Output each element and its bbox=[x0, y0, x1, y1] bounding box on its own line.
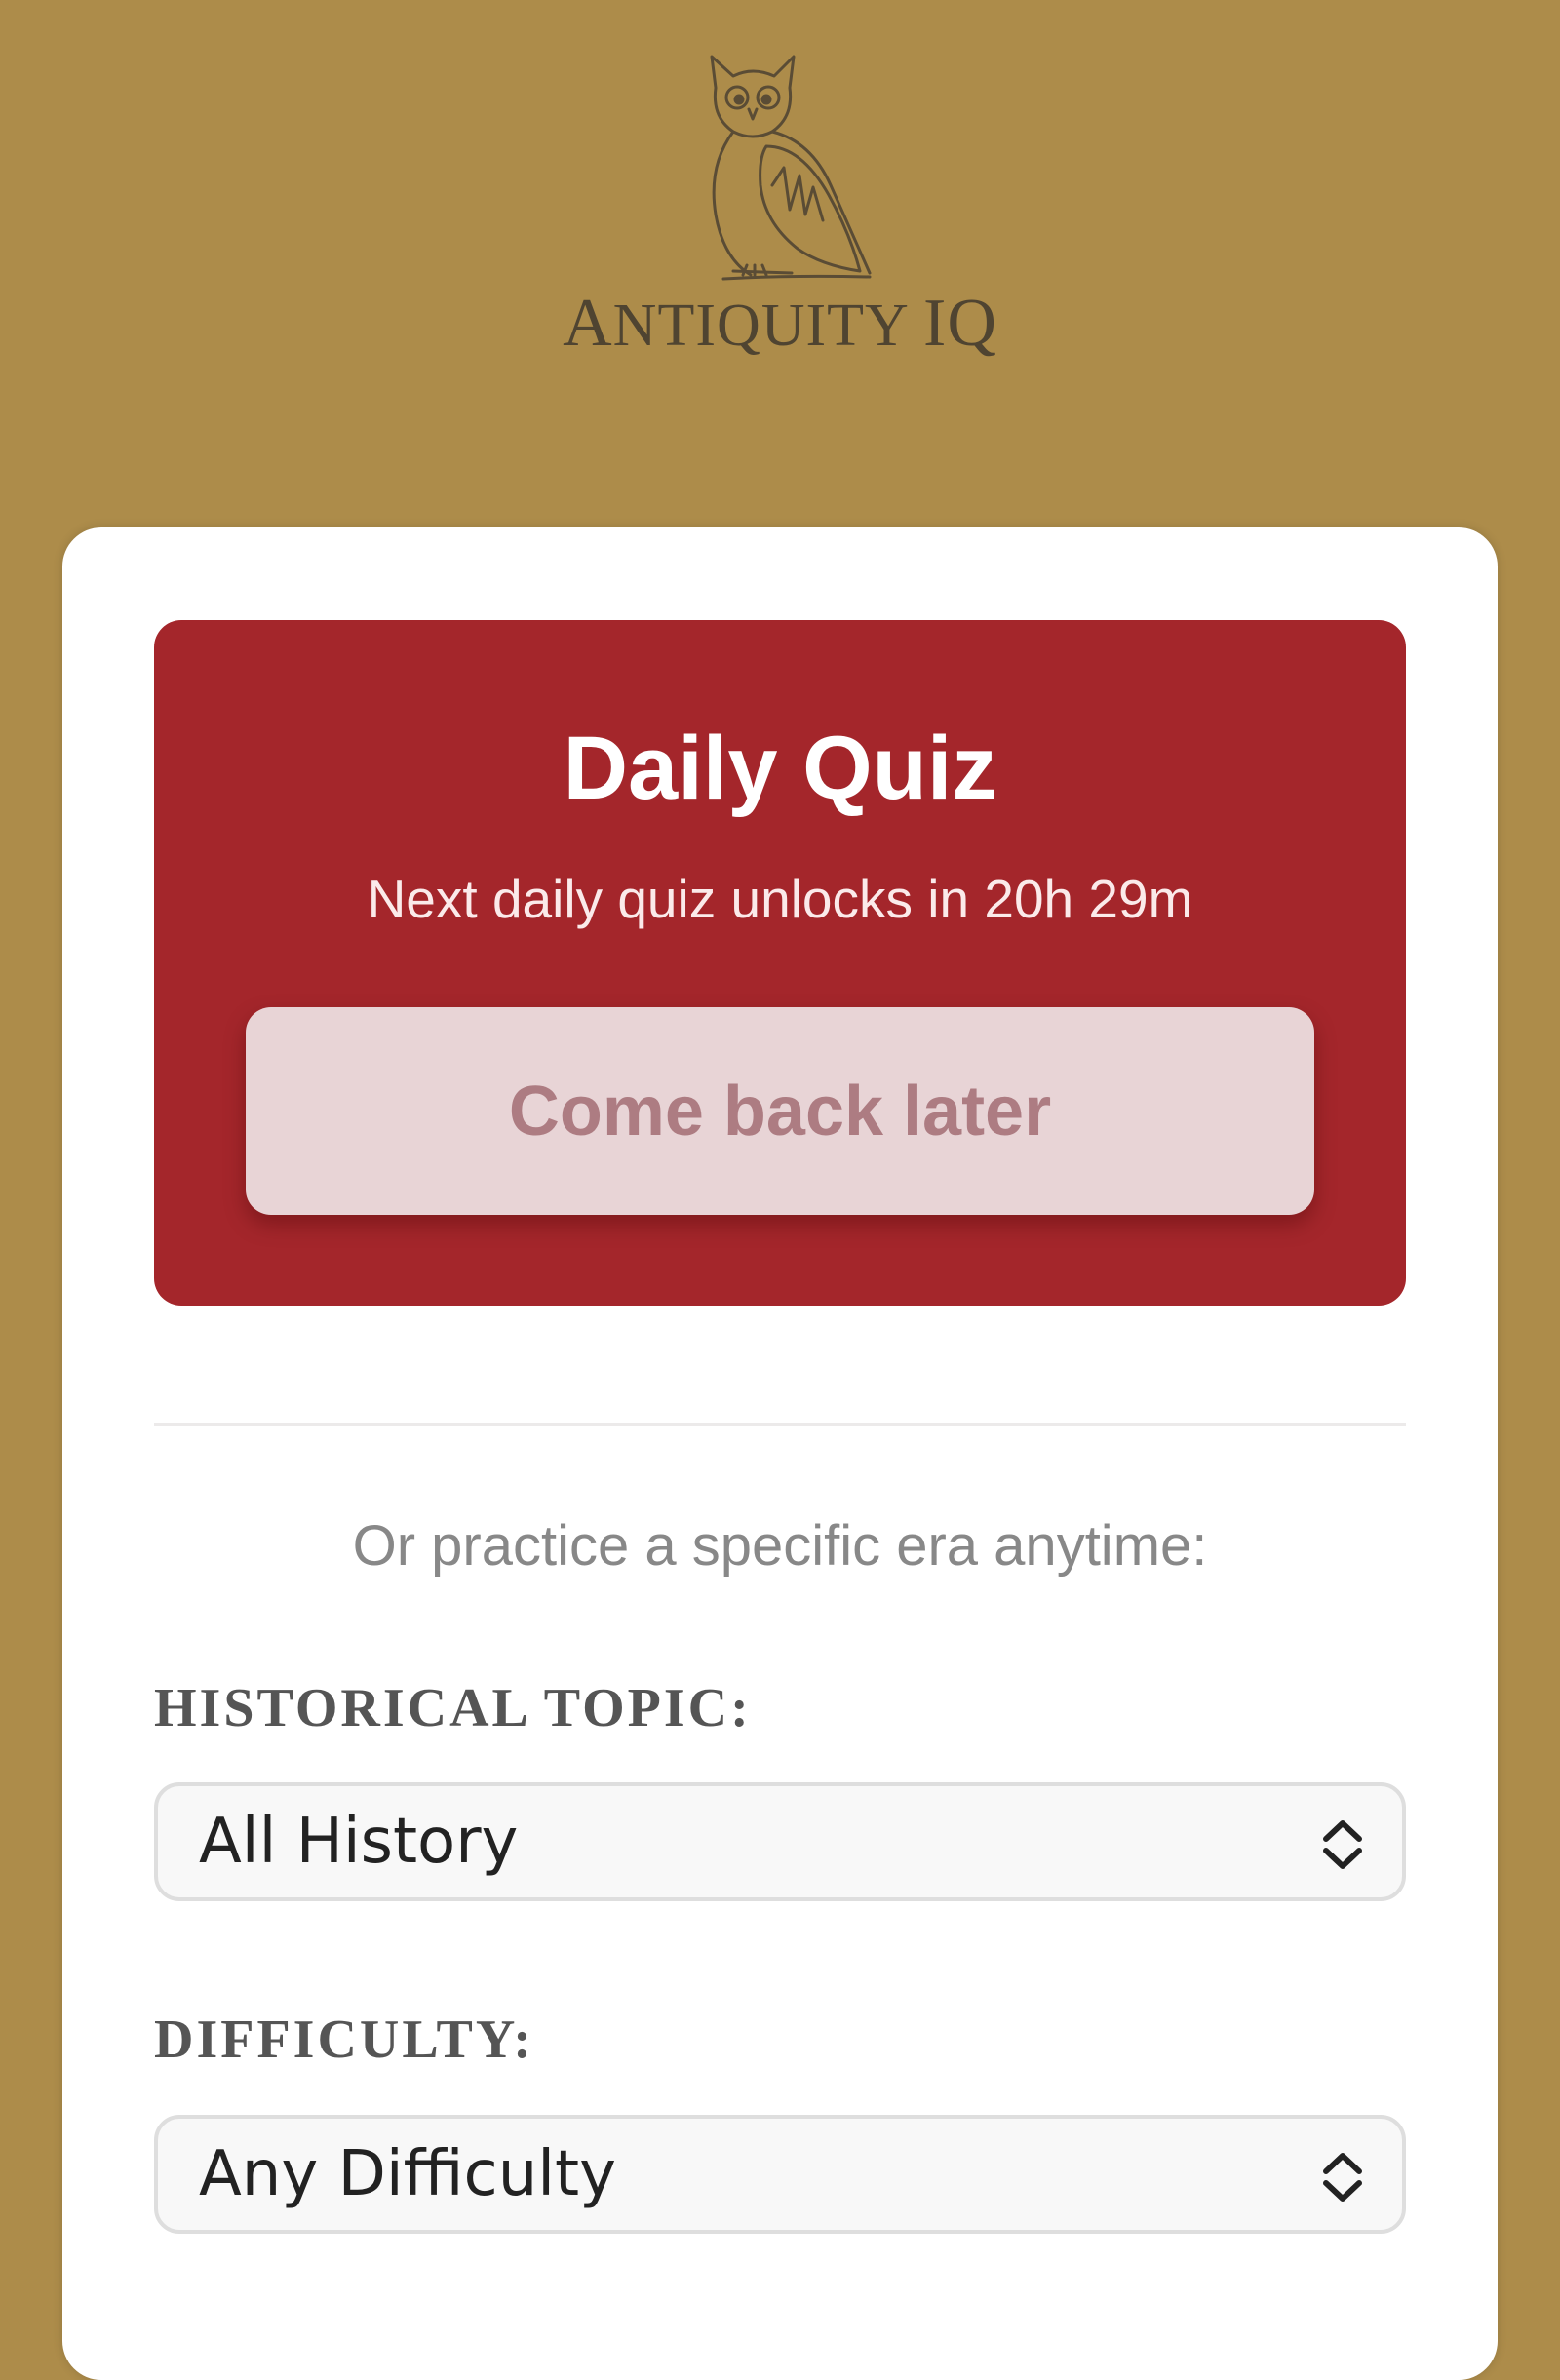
daily-quiz-countdown: Next daily quiz unlocks in 20h 29m bbox=[367, 869, 1193, 929]
chevron-up-down-icon bbox=[1323, 2153, 1362, 2202]
difficulty-select-value: Any Difficulty bbox=[199, 2138, 616, 2210]
chevron-up-down-icon bbox=[1323, 1820, 1362, 1869]
app-header: ANTIQUITY IQ bbox=[0, 0, 1560, 527]
topic-select-value: All History bbox=[199, 1806, 519, 1878]
practice-prompt: Or practice a specific era anytime: bbox=[352, 1514, 1208, 1578]
difficulty-select[interactable]: Any Difficulty bbox=[154, 2115, 1406, 2234]
owl-icon bbox=[710, 55, 872, 281]
section-divider bbox=[154, 1423, 1406, 1426]
daily-quiz-title: Daily Quiz bbox=[563, 719, 997, 818]
topic-select[interactable]: All History bbox=[154, 1782, 1406, 1901]
daily-quiz-panel: Daily Quiz Next daily quiz unlocks in 20… bbox=[154, 620, 1406, 1306]
come-back-later-button[interactable]: Come back later bbox=[246, 1007, 1314, 1215]
difficulty-label: DIFFICULTY: bbox=[154, 2009, 534, 2070]
topic-label: HISTORICAL TOPIC: bbox=[154, 1678, 752, 1738]
app-logo-wordmark: ANTIQUITY IQ bbox=[563, 286, 997, 361]
